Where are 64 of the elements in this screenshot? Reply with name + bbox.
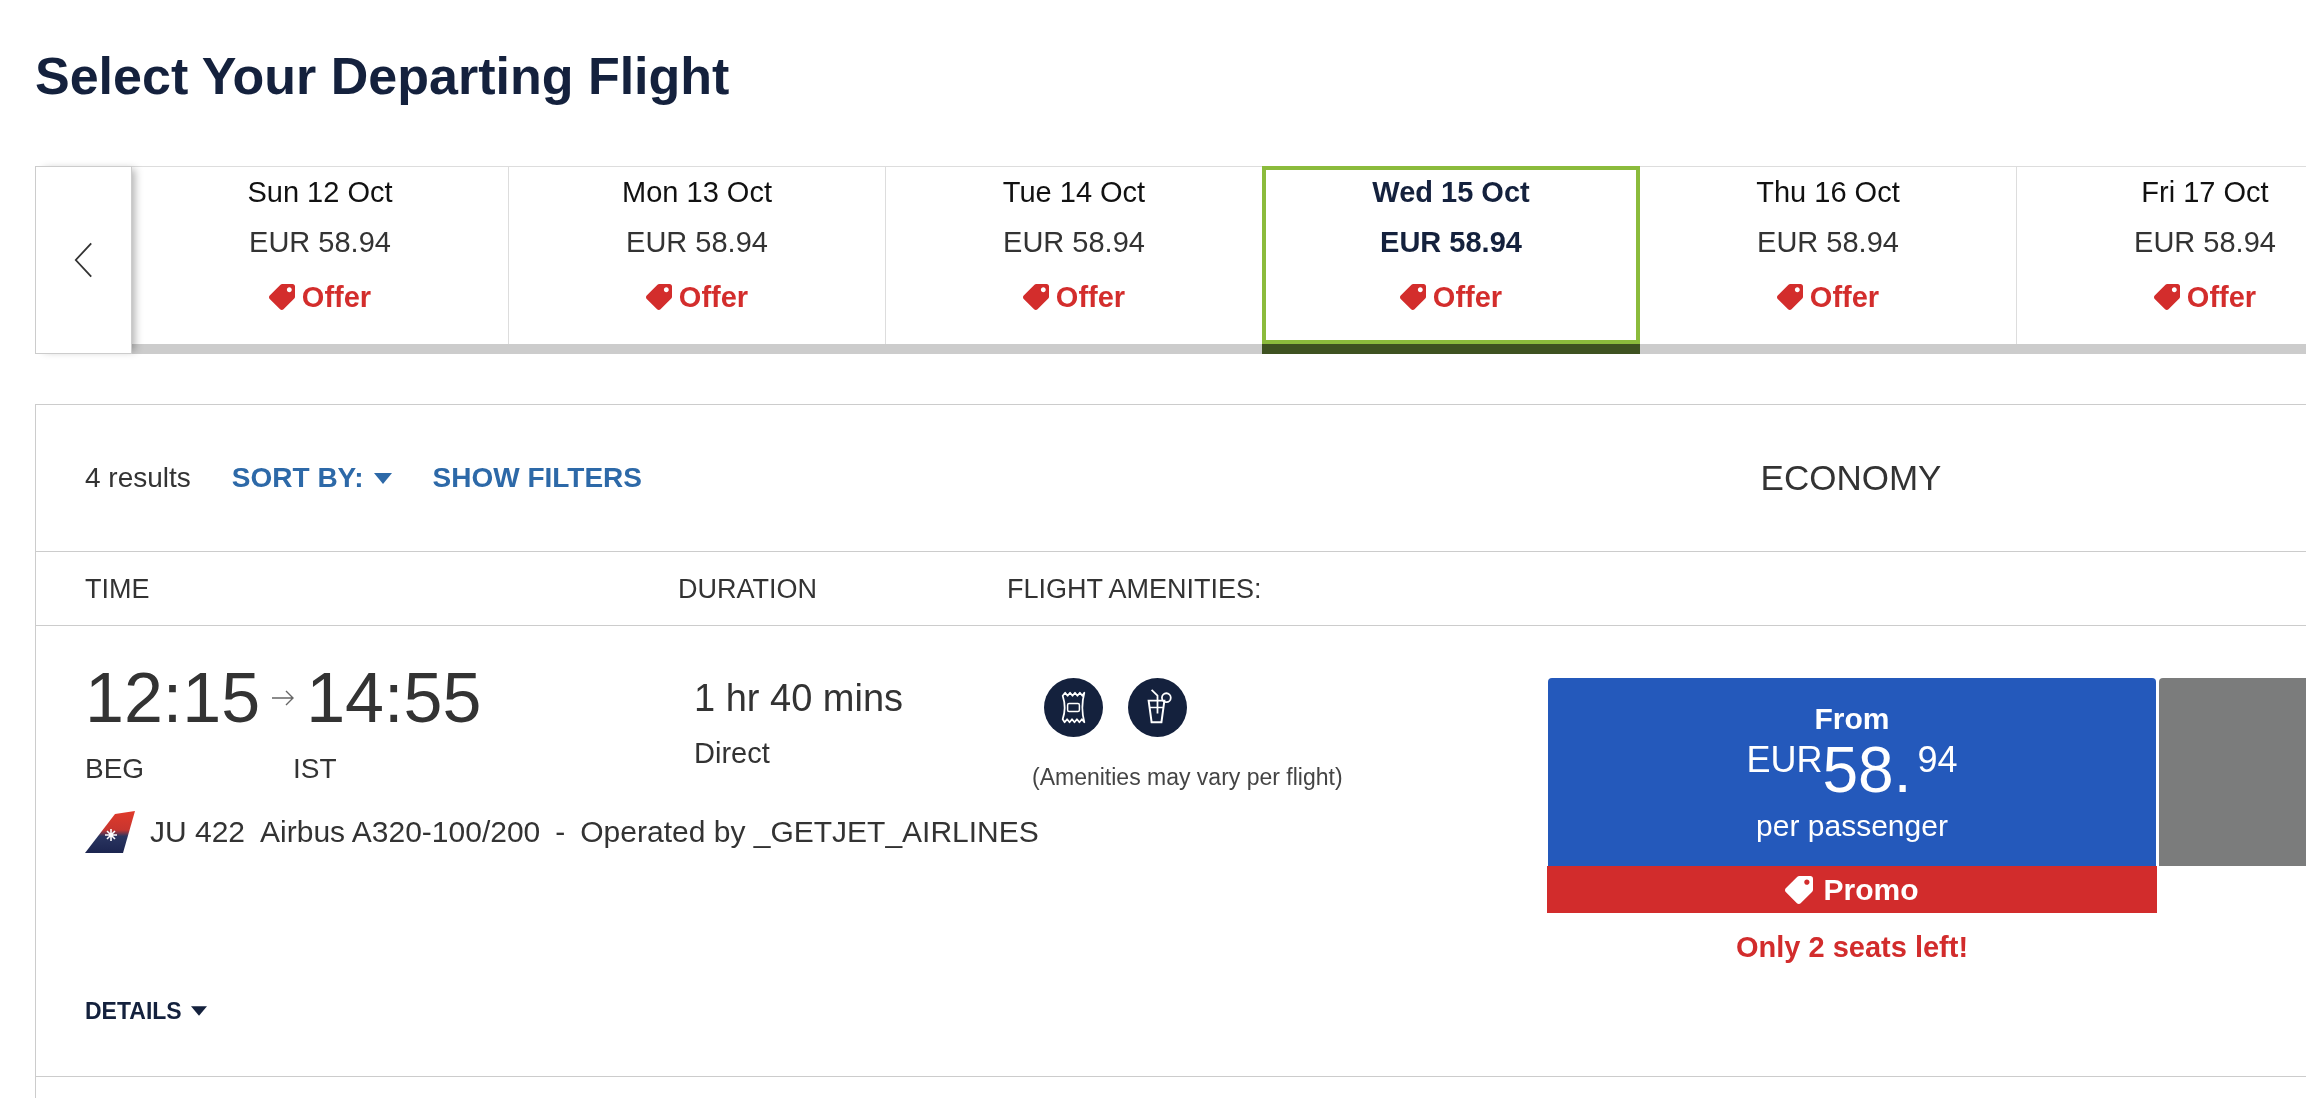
date-tab[interactable]: Fri 17 Oct EUR 58.94 Offer [2017, 166, 2306, 354]
previous-dates-button[interactable] [35, 166, 132, 354]
departure-time: 12:15 [85, 658, 261, 738]
tag-icon [1785, 875, 1814, 904]
day-date: Tue 14 Oct [1002, 175, 1146, 210]
airline-logo-icon [85, 811, 135, 853]
day-date: Fri 17 Oct [2141, 175, 2269, 210]
tag-icon [1776, 284, 1803, 310]
day-price: EUR 58.94 [249, 225, 391, 260]
seats-left-warning: Only 2 seats left! [1735, 930, 1969, 965]
chevron-left-icon [74, 242, 93, 278]
arrow-right-icon [271, 690, 296, 706]
caret-down-icon [190, 1006, 207, 1016]
page-title: Select Your Departing Flight [35, 46, 730, 106]
fare-button[interactable] [2159, 678, 2306, 866]
results-count: 4 results [85, 461, 191, 495]
flight-info-text: Airbus A320-100/200 [260, 814, 541, 850]
day-date: Sun 12 Oct [247, 175, 393, 210]
day-date: Wed 15 Oct [1372, 175, 1530, 210]
day-price: EUR 58.94 [1003, 225, 1145, 260]
promo-label: Promo [1823, 871, 1919, 908]
tag-icon [268, 284, 295, 310]
flight-duration: 1 hr 40 mins [694, 676, 904, 721]
sort-by-button[interactable]: SORT BY: [231, 461, 392, 495]
stops-label: Direct [694, 736, 770, 771]
offer-label: Offer [1055, 280, 1126, 315]
arrival-time: 14:55 [306, 658, 482, 738]
tag-icon [2153, 284, 2180, 310]
offer-label: Offer [1432, 280, 1503, 315]
column-header: FLIGHT AMENITIES: [1007, 573, 1262, 604]
flight-info-text: - [555, 814, 566, 850]
date-tab[interactable]: Mon 13 Oct EUR 58.94 Offer [509, 166, 886, 354]
tag-icon [1399, 284, 1426, 310]
fare-unit-label: per passenger [1756, 808, 1948, 844]
fare-from-label: From [1814, 701, 1890, 737]
drink-glass-icon [1128, 678, 1187, 737]
date-tab[interactable]: Tue 14 Oct EUR 58.94 Offer [886, 166, 1263, 354]
offer-label: Offer [1809, 280, 1880, 315]
day-date: Thu 16 Oct [1756, 175, 1900, 210]
cabin-class-heading: ECONOMY [1760, 457, 1942, 499]
day-price: EUR 58.94 [1380, 225, 1522, 260]
offer-label: Offer [678, 280, 749, 315]
snack-bag-icon [1044, 678, 1103, 737]
column-header: TIME [85, 573, 150, 604]
day-date: Mon 13 Oct [622, 175, 772, 210]
amenities-note: (Amenities may vary per flight) [1032, 763, 1343, 792]
details-button[interactable]: DETAILS [85, 996, 207, 1026]
day-price: EUR 58.94 [626, 225, 768, 260]
show-filters-button[interactable]: SHOW FILTERS [432, 461, 642, 495]
day-price: EUR 58.94 [1757, 225, 1899, 260]
destination-airport: IST [293, 752, 337, 786]
caret-down-icon [373, 472, 392, 484]
tag-icon [1022, 284, 1049, 310]
date-tab[interactable]: Thu 16 Oct EUR 58.94 Offer [1640, 166, 2017, 354]
date-tab[interactable]: Wed 15 Oct EUR 58.94 Offer [1262, 166, 1640, 354]
tag-icon [645, 284, 672, 310]
offer-label: Offer [301, 280, 372, 315]
day-price: EUR 58.94 [2134, 225, 2276, 260]
offer-label: Offer [2186, 280, 2257, 315]
origin-airport: BEG [85, 753, 145, 784]
date-tab[interactable]: Sun 12 Oct EUR 58.94 Offer [132, 166, 509, 354]
flight-info-text: JU 422 [150, 814, 246, 850]
flight-info-text: Operated by _GETJET_AIRLINES [580, 814, 1039, 850]
column-header: DURATION [678, 573, 817, 604]
